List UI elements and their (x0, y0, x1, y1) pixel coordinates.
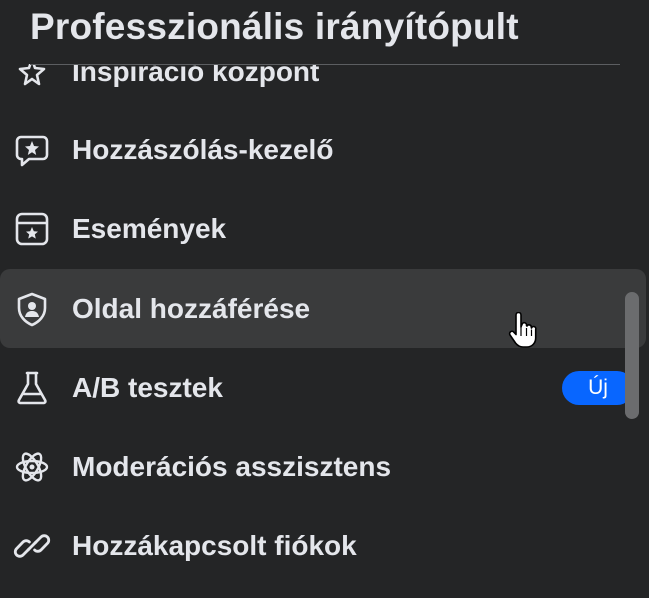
menu-item-moderation-assistant[interactable]: Moderációs asszisztens (0, 427, 646, 506)
menu-list: Inspiráció központ Hozzászólás-kezelő Es… (0, 0, 649, 598)
new-badge: Új (562, 370, 634, 405)
scrollbar-thumb[interactable] (625, 292, 639, 419)
page-title: Professzionális irányítópult (30, 6, 519, 47)
menu-item-label: Oldal hozzáférése (72, 292, 311, 324)
header-divider (30, 64, 620, 65)
shield-person-icon (13, 290, 51, 328)
menu-item-events[interactable]: Események (0, 189, 646, 268)
panel-header: Professzionális irányítópult (0, 0, 649, 64)
flask-icon (13, 369, 51, 407)
menu-item-label: Moderációs asszisztens (72, 450, 392, 482)
menu-item-label: Hozzászólás-kezelő (72, 133, 334, 165)
menu-item-linked-accounts[interactable]: Hozzákapcsolt fiókok (0, 506, 646, 585)
star-comment-icon (13, 131, 51, 169)
calendar-star-icon (13, 210, 51, 248)
link-icon (13, 527, 51, 565)
menu-item-ab-tests[interactable]: A/B tesztek Új (0, 348, 646, 427)
menu-item-label: Hozzákapcsolt fiókok (72, 529, 357, 561)
atom-icon (13, 448, 51, 486)
professional-dashboard-panel: Inspiráció központ Hozzászólás-kezelő Es… (0, 0, 649, 598)
hand-cursor-icon (507, 311, 537, 350)
menu-item-label: A/B tesztek (72, 371, 223, 403)
menu-item-comment-manager[interactable]: Hozzászólás-kezelő (0, 110, 646, 189)
menu-item-label: Események (72, 212, 227, 244)
menu-item-page-access[interactable]: Oldal hozzáférése (0, 269, 646, 348)
